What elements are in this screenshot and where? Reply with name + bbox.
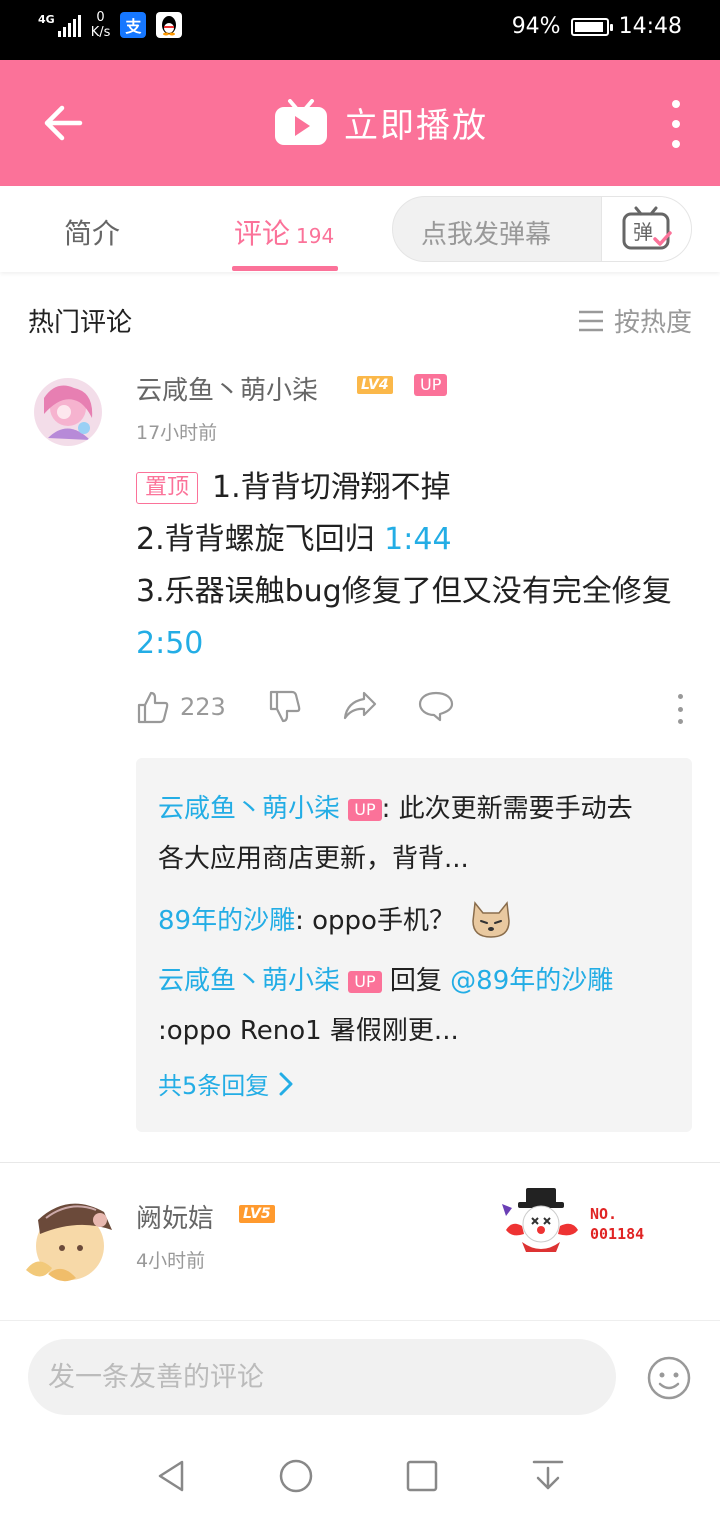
danmaku-icon: 弹 bbox=[622, 206, 672, 250]
comment-actions: 223 bbox=[136, 690, 692, 734]
tab-intro[interactable]: 简介 bbox=[64, 212, 120, 252]
like-count: 223 bbox=[180, 693, 226, 721]
level-badge: LV5 bbox=[239, 1205, 275, 1223]
more-options-button[interactable] bbox=[668, 100, 684, 148]
signal-icon: 4G bbox=[38, 13, 81, 37]
battery-icon bbox=[570, 17, 613, 36]
reply-username[interactable]: 云咸鱼丶萌小柒 bbox=[158, 794, 340, 824]
comment-count: 194 bbox=[296, 224, 335, 248]
arrow-left-icon bbox=[44, 105, 83, 141]
dog-emoji-icon bbox=[472, 901, 510, 938]
tv-play-icon bbox=[275, 98, 327, 145]
qq-icon bbox=[156, 12, 183, 38]
reply-item: 云咸鱼丶萌小柒 UP 回复 @89年的沙雕 :oppo Reno1 暑假刚更..… bbox=[158, 966, 614, 1046]
tab-comments-label: 评论 bbox=[234, 217, 291, 250]
nav-back-button[interactable] bbox=[152, 1456, 192, 1496]
nav-notification-button[interactable] bbox=[528, 1456, 568, 1496]
clock: 14:48 bbox=[618, 14, 682, 39]
svg-text:弹: 弹 bbox=[633, 220, 653, 244]
comment-time: 4小时前 bbox=[136, 1250, 206, 1272]
timestamp-link[interactable]: 2:50 bbox=[136, 626, 203, 661]
section-title: 热门评论 bbox=[28, 308, 133, 338]
pull-down-icon bbox=[532, 1460, 564, 1490]
comment-bubble-icon bbox=[418, 691, 454, 722]
dot-icon bbox=[672, 100, 680, 108]
fan-badge: NO. 001184 bbox=[498, 1186, 668, 1256]
danmaku-placeholder: 点我发弹幕 bbox=[421, 220, 552, 250]
smiley-icon bbox=[647, 1356, 691, 1400]
more-replies-label: 共5条回复 bbox=[158, 1072, 270, 1100]
thumbs-up-icon bbox=[137, 691, 169, 724]
tab-comments[interactable]: 评论 194 bbox=[234, 212, 334, 252]
comment-more-button[interactable] bbox=[676, 694, 684, 724]
play-now-button[interactable]: 立即播放 bbox=[274, 98, 488, 147]
page-title: 立即播放 bbox=[344, 106, 488, 146]
reply-preview-box[interactable]: 云咸鱼丶萌小柒 UP: 此次更新需要手动去各大应用商店更新，背背... 89年的… bbox=[136, 758, 692, 1132]
system-nav-bar bbox=[0, 1430, 720, 1520]
clown-mascot-icon bbox=[502, 1188, 578, 1252]
reply-item: 云咸鱼丶萌小柒 UP: 此次更新需要手动去各大应用商店更新，背背... bbox=[158, 794, 633, 874]
chevron-right-icon bbox=[279, 1072, 293, 1095]
fan-badge-label: NO. bbox=[590, 1205, 618, 1223]
reply-username[interactable]: 89年的沙雕 bbox=[158, 906, 295, 936]
triangle-back-icon bbox=[158, 1460, 184, 1492]
level-badge: LV4 bbox=[357, 376, 393, 394]
danmaku-toggle-button[interactable]: 弹 bbox=[601, 197, 691, 261]
dislike-button[interactable] bbox=[268, 690, 302, 724]
divider bbox=[0, 1162, 720, 1163]
up-badge: UP bbox=[348, 798, 382, 821]
status-bar: 4G 0 K/s 支 94% 14:48 bbox=[0, 0, 720, 60]
comment-input[interactable] bbox=[28, 1339, 616, 1415]
tab-bar: 简介 评论 194 点我发弹幕 弹 bbox=[0, 186, 720, 272]
sort-button[interactable]: 按热度 bbox=[578, 302, 692, 339]
sort-label: 按热度 bbox=[613, 308, 692, 338]
square-recents-icon bbox=[406, 1460, 438, 1492]
comment-input-bar bbox=[0, 1320, 720, 1430]
danmaku-input[interactable]: 点我发弹幕 弹 bbox=[392, 196, 692, 262]
like-button[interactable]: 223 bbox=[136, 690, 226, 724]
reply-item: 89年的沙雕: oppo手机？ bbox=[158, 896, 658, 946]
back-button[interactable] bbox=[42, 102, 84, 144]
reply-username[interactable]: 云咸鱼丶萌小柒 bbox=[158, 966, 340, 996]
fan-badge-number: 001184 bbox=[590, 1225, 645, 1243]
emoji-button[interactable] bbox=[646, 1355, 692, 1401]
username[interactable]: 云咸鱼丶萌小柒 bbox=[136, 370, 318, 407]
up-badge: UP bbox=[348, 970, 382, 993]
battery-percent: 94% bbox=[511, 14, 561, 39]
net-speed: 0 K/s bbox=[90, 10, 111, 40]
timestamp-link[interactable]: 1:44 bbox=[384, 522, 451, 557]
top-bar: 立即播放 bbox=[0, 60, 720, 186]
pinned-badge: 置顶 bbox=[136, 472, 199, 504]
reply-button[interactable] bbox=[418, 690, 454, 722]
active-tab-indicator bbox=[232, 266, 338, 271]
hot-comments-header: 热门评论 按热度 bbox=[0, 272, 720, 364]
network-type: 4G bbox=[38, 13, 55, 26]
nav-recents-button[interactable] bbox=[402, 1456, 442, 1496]
thumbs-down-icon bbox=[269, 690, 301, 723]
view-all-replies-button[interactable]: 共5条回复 bbox=[158, 1066, 293, 1101]
alipay-icon: 支 bbox=[120, 12, 147, 38]
username[interactable]: 阙妧娮 bbox=[136, 1198, 214, 1235]
nav-home-button[interactable] bbox=[276, 1456, 316, 1496]
circle-home-icon bbox=[279, 1459, 313, 1493]
share-icon bbox=[343, 691, 377, 720]
comment-content: 置顶 1.背背切滑翔不掉 2.背背螺旋飞回归 1:44 3.乐器误触bug修复了但… bbox=[136, 470, 672, 661]
list-icon bbox=[578, 310, 603, 331]
share-button[interactable] bbox=[342, 690, 378, 720]
mention-link[interactable]: @89年的沙雕 bbox=[450, 966, 613, 996]
up-badge: UP bbox=[414, 374, 448, 396]
avatar[interactable] bbox=[18, 1188, 122, 1288]
comment-time: 17小时前 bbox=[136, 422, 218, 444]
avatar[interactable] bbox=[34, 378, 102, 446]
